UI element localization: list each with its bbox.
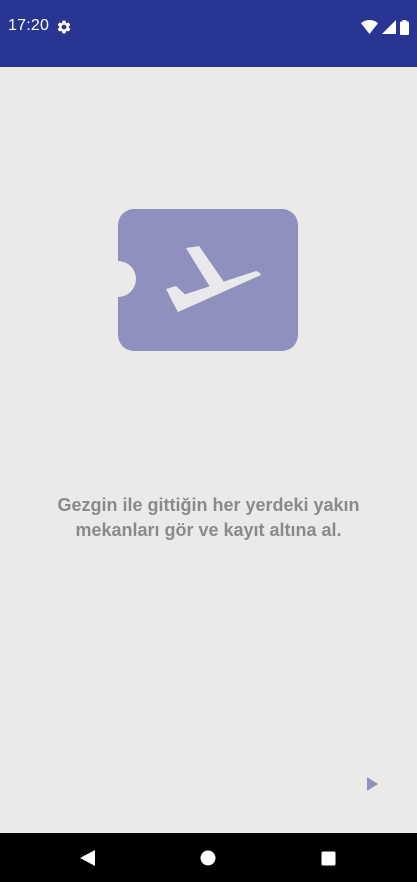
onboarding-screen: Gezgin ile gittiğin her yerdeki yakın me… bbox=[0, 67, 417, 833]
recents-button[interactable] bbox=[315, 845, 341, 871]
home-icon bbox=[200, 850, 216, 866]
play-arrow-icon bbox=[367, 777, 378, 791]
status-time: 17:20 bbox=[8, 17, 50, 34]
onboarding-message-line1: Gezgin ile gittiğin her yerdeki yakın bbox=[57, 495, 360, 515]
back-button[interactable] bbox=[74, 845, 100, 871]
recents-icon bbox=[321, 851, 335, 865]
onboarding-message: Gezgin ile gittiğin her yerdeki yakın me… bbox=[20, 493, 397, 543]
home-button[interactable] bbox=[195, 845, 221, 871]
next-button[interactable] bbox=[364, 775, 380, 793]
battery-icon bbox=[400, 19, 409, 35]
navigation-bar bbox=[0, 833, 417, 882]
status-icons bbox=[361, 18, 409, 36]
back-icon bbox=[80, 850, 95, 866]
signal-icon bbox=[382, 20, 396, 34]
onboarding-message-line2: mekanları gör ve kayıt altına al. bbox=[75, 520, 342, 540]
status-bar: 17:20 bbox=[0, 0, 417, 67]
gear-icon bbox=[57, 20, 71, 34]
airplane-ticket-icon bbox=[118, 209, 298, 351]
wifi-icon bbox=[361, 20, 378, 34]
